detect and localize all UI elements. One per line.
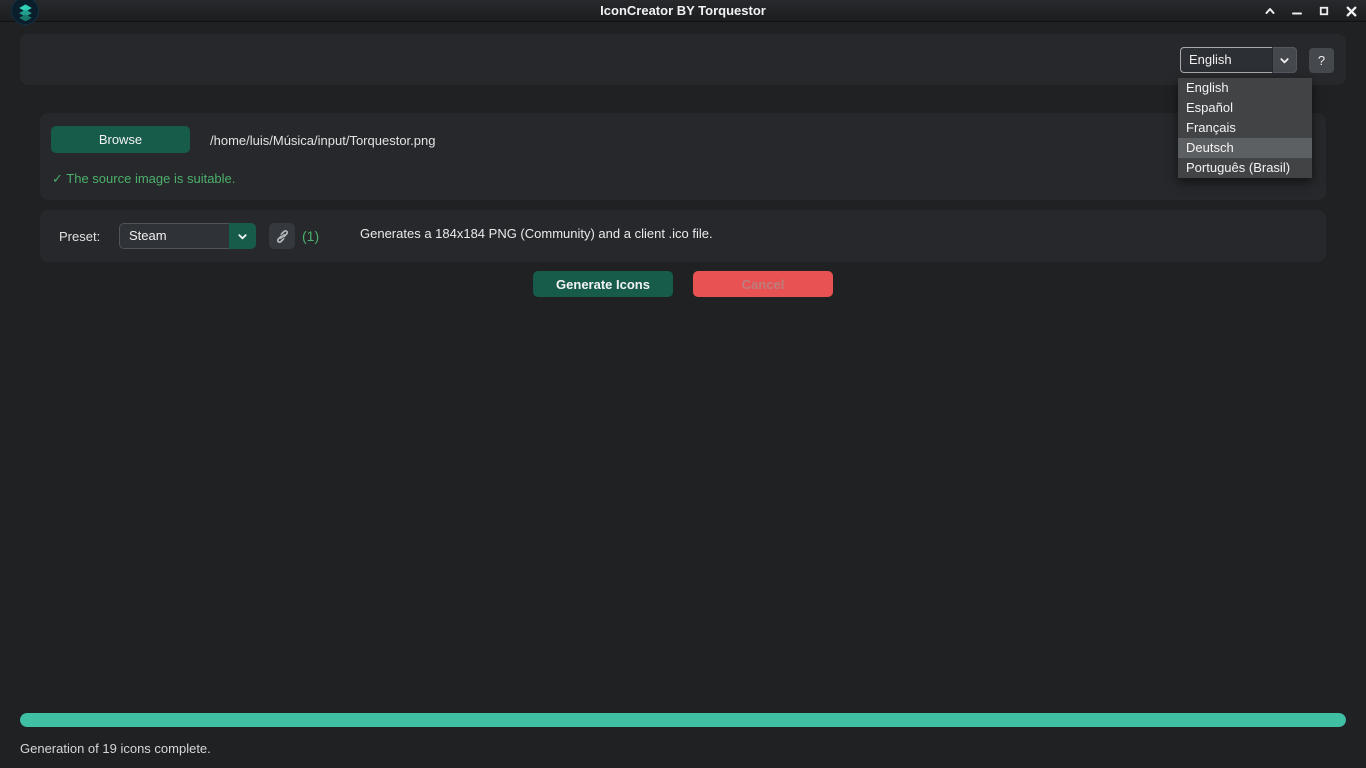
preset-combobox: Steam — [119, 223, 256, 249]
language-menu-item-english[interactable]: English — [1178, 78, 1312, 98]
preset-select[interactable]: Steam — [119, 223, 229, 249]
status-text: Generation of 19 icons complete. — [20, 741, 211, 756]
check-icon: ✓ — [52, 171, 63, 186]
maximize-button[interactable] — [1313, 0, 1335, 22]
minimize-button[interactable] — [1286, 0, 1308, 22]
preset-label: Preset: — [59, 229, 101, 244]
minimize-icon — [1291, 5, 1303, 17]
language-menu: English Español Français Deutsch Portugu… — [1178, 78, 1312, 178]
toolbar-panel — [20, 34, 1346, 85]
titlebar: IconCreator BY Torquestor — [0, 0, 1366, 22]
chevron-down-icon — [1279, 55, 1290, 66]
chevron-down-icon — [237, 231, 248, 242]
app-window: IconCreator BY Torquestor English ? Engl… — [0, 0, 1366, 768]
close-button[interactable] — [1340, 0, 1362, 22]
language-menu-item-espanol[interactable]: Español — [1178, 98, 1312, 118]
source-status-message: ✓ The source image is suitable. — [52, 171, 235, 187]
progress-bar — [20, 713, 1346, 727]
language-combobox: English — [1180, 47, 1297, 73]
language-menu-item-francais[interactable]: Français — [1178, 118, 1312, 138]
shade-button[interactable] — [1259, 0, 1281, 22]
language-select[interactable]: English — [1180, 47, 1272, 73]
maximize-icon — [1318, 5, 1330, 17]
source-status-text: The source image is suitable. — [66, 171, 236, 186]
progress-fill — [20, 713, 1346, 727]
generate-icons-button[interactable]: Generate Icons — [533, 271, 673, 297]
browse-button[interactable]: Browse — [51, 126, 190, 153]
preset-link-button[interactable] — [269, 223, 295, 249]
close-icon — [1345, 5, 1358, 18]
language-menu-item-deutsch[interactable]: Deutsch — [1178, 138, 1312, 158]
chevron-up-icon — [1264, 5, 1276, 17]
preset-dropdown-button[interactable] — [229, 223, 256, 249]
layers-icon — [16, 2, 35, 21]
language-dropdown-button[interactable] — [1272, 47, 1297, 73]
window-title: IconCreator BY Torquestor — [600, 3, 766, 18]
link-icon — [275, 229, 290, 244]
preset-count: (1) — [302, 228, 320, 244]
help-button[interactable]: ? — [1309, 48, 1334, 73]
window-controls — [1259, 0, 1362, 22]
preset-description: Generates a 184x184 PNG (Community) and … — [360, 226, 713, 241]
source-path: /home/luis/Música/input/Torquestor.png — [210, 133, 436, 148]
cancel-button[interactable]: Cancel — [693, 271, 833, 297]
language-menu-item-portugues[interactable]: Português (Brasil) — [1178, 158, 1312, 178]
